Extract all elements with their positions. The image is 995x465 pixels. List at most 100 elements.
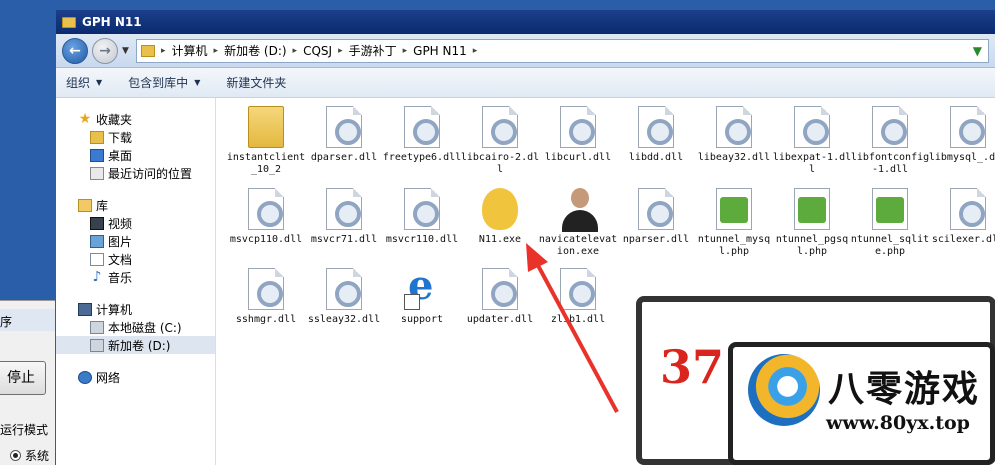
network-group: 网络	[56, 368, 215, 386]
file-item[interactable]: libexpat-1.dll	[770, 106, 854, 176]
system-radio-label: 系统	[25, 449, 50, 463]
library-icon	[78, 198, 92, 212]
chevron-right-icon[interactable]: ▸	[293, 46, 298, 56]
file-name: nparser.dll	[622, 234, 690, 245]
dll-icon	[248, 188, 284, 230]
dll-icon	[326, 188, 362, 230]
new-folder-button[interactable]: 新建文件夹	[226, 74, 286, 91]
nav-libraries[interactable]: 库	[56, 196, 215, 214]
file-item[interactable]: zlib1.dll	[536, 268, 620, 326]
nav-desktop[interactable]: 桌面	[56, 146, 215, 164]
organize-menu[interactable]: 组织 ▼	[66, 74, 102, 91]
command-toolbar: 组织 ▼ 包含到库中 ▼ 新建文件夹	[56, 68, 995, 98]
nav-downloads[interactable]: 下载	[56, 128, 215, 146]
breadcrumb-drive[interactable]: 新加卷 (D:)	[224, 42, 286, 59]
file-name: ntunnel_pgsql.php	[775, 234, 849, 257]
history-dropdown-icon[interactable]: ▼	[122, 46, 132, 56]
file-item[interactable]: scilexer.dll	[926, 188, 995, 246]
file-item[interactable]: sshmgr.dll	[224, 268, 308, 326]
window-titlebar[interactable]: GPH N11	[56, 10, 995, 34]
document-icon	[90, 252, 104, 266]
file-name: ntunnel_sqlite.php	[850, 234, 930, 257]
file-item[interactable]: libcurl.dll	[536, 106, 620, 164]
dll-icon	[560, 268, 596, 310]
nav-recent[interactable]: 最近访问的位置	[56, 164, 215, 182]
file-item[interactable]: instantclient_10_2	[224, 106, 308, 176]
picture-icon	[90, 234, 104, 248]
file-item[interactable]: libfontconfig-1.dll	[848, 106, 932, 176]
file-item[interactable]: ntunnel_pgsql.php	[770, 188, 854, 258]
nav-videos[interactable]: 视频	[56, 214, 215, 232]
forward-button[interactable]: →	[92, 37, 118, 64]
nav-new-volume[interactable]: 新加卷 (D:)	[56, 336, 215, 354]
nav-computer[interactable]: 计算机	[56, 300, 215, 318]
file-item[interactable]: ntunnel_sqlite.php	[848, 188, 932, 258]
file-name: msvcr110.dll	[385, 234, 459, 245]
nav-label: 文档	[108, 252, 133, 267]
file-item[interactable]: N11.exe	[458, 188, 542, 246]
computer-group: 计算机 本地磁盘 (C:) 新加卷 (D:)	[56, 300, 215, 354]
nav-label: 音乐	[108, 270, 133, 285]
desktop-icon	[90, 148, 104, 162]
file-item[interactable]: dparser.dll	[302, 106, 386, 164]
nav-label: 计算机	[96, 302, 133, 317]
file-item[interactable]: nparser.dll	[614, 188, 698, 246]
include-library-label: 包含到库中	[128, 76, 189, 90]
nav-documents[interactable]: 文档	[56, 250, 215, 268]
radio-dot-icon	[10, 450, 21, 461]
system-radio[interactable]: 系统	[10, 447, 49, 464]
file-name: libcurl.dll	[544, 152, 612, 163]
file-name: updater.dll	[466, 314, 534, 325]
file-name: msvcp110.dll	[229, 234, 303, 245]
file-item[interactable]: msvcr110.dll	[380, 188, 464, 246]
caret-down-icon: ▼	[194, 78, 201, 87]
file-item[interactable]: libdd.dll	[614, 106, 698, 164]
nav-local-disk[interactable]: 本地磁盘 (C:)	[56, 318, 215, 336]
breadcrumb-cqsj[interactable]: CQSJ	[303, 44, 332, 58]
dll-icon	[404, 106, 440, 148]
file-item[interactable]: updater.dll	[458, 268, 542, 326]
file-item[interactable]: ssleay32.dll	[302, 268, 386, 326]
include-library-menu[interactable]: 包含到库中 ▼	[128, 74, 200, 91]
file-item[interactable]: navicatelevation.exe	[536, 188, 620, 258]
file-item[interactable]: libmysql_.dll	[926, 106, 995, 164]
chevron-right-icon[interactable]: ▸	[214, 46, 219, 56]
chevron-right-icon[interactable]: ▸	[161, 46, 166, 56]
chevron-right-icon[interactable]: ▸	[403, 46, 408, 56]
breadcrumb-patch[interactable]: 手游补丁	[349, 42, 397, 59]
file-name: zlib1.dll	[550, 314, 606, 325]
nav-label: 本地磁盘 (C:)	[108, 320, 182, 335]
network-icon	[78, 370, 92, 384]
libraries-group: 库 视频 图片 文档 ♪ 音乐	[56, 196, 215, 286]
back-arrow-icon: ←	[69, 42, 81, 59]
mode-label: 运行模式	[0, 423, 49, 437]
music-icon: ♪	[92, 268, 102, 285]
file-item[interactable]: msvcr71.dll	[302, 188, 386, 246]
chevron-right-icon[interactable]: ▸	[473, 46, 478, 56]
dll-icon	[638, 106, 674, 148]
watermark-brand: 八零游戏	[828, 369, 981, 410]
back-button[interactable]: ←	[62, 37, 88, 64]
file-item[interactable]: libcairo-2.dll	[458, 106, 542, 176]
folder-icon	[248, 106, 284, 148]
computer-icon	[78, 302, 92, 316]
php-icon	[794, 188, 830, 230]
nav-favorites[interactable]: ★ 收藏夹	[56, 110, 215, 128]
file-item[interactable]: msvcp110.dll	[224, 188, 308, 246]
address-input[interactable]: ▸ 计算机 ▸ 新加卷 (D:) ▸ CQSJ ▸ 手游补丁 ▸ GPH N11…	[136, 38, 989, 63]
stop-button[interactable]: 停止	[0, 361, 46, 395]
address-dropdown-icon[interactable]: ▼	[973, 44, 982, 58]
nav-music[interactable]: ♪ 音乐	[56, 268, 215, 286]
nav-network[interactable]: 网络	[56, 368, 215, 386]
background-window: 序 停止 运行模式 系统	[0, 300, 60, 465]
chevron-right-icon[interactable]: ▸	[338, 46, 343, 56]
file-item[interactable]: ntunnel_mysql.php	[692, 188, 776, 258]
nav-pictures[interactable]: 图片	[56, 232, 215, 250]
file-item[interactable]: freetype6.dll	[380, 106, 464, 164]
breadcrumb-computer[interactable]: 计算机	[172, 42, 208, 59]
organize-label: 组织	[66, 76, 91, 90]
file-item[interactable]: libeay32.dll	[692, 106, 776, 164]
file-item[interactable]: support	[380, 264, 464, 326]
folder-icon	[62, 16, 76, 28]
breadcrumb-current[interactable]: GPH N11	[413, 44, 467, 58]
